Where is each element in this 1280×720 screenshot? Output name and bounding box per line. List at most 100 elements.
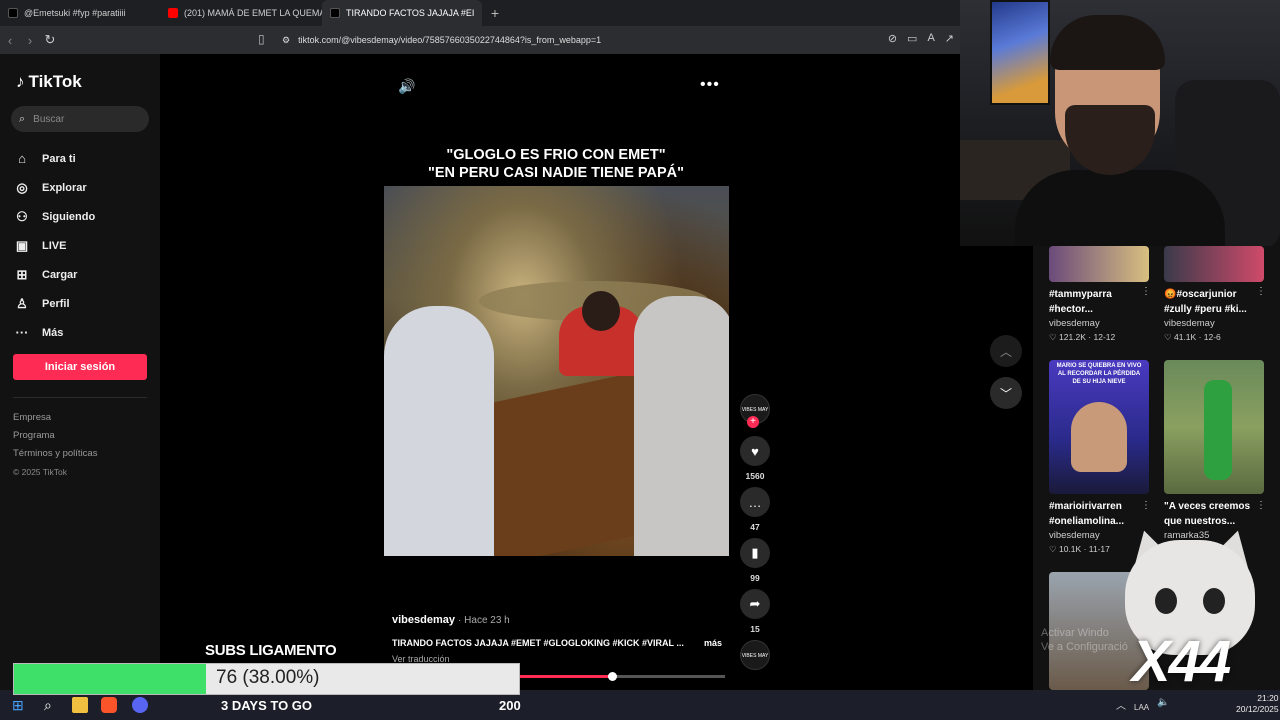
rec-likes: 10.1K	[1058, 544, 1082, 554]
rec-meta: ♡ 121.2K · 12-12	[1049, 332, 1116, 342]
rec-thumbnail[interactable]	[1164, 360, 1264, 494]
save-count: 99	[750, 573, 760, 583]
video-frame[interactable]	[384, 186, 729, 556]
video-nav: ︿ ﹀	[990, 335, 1022, 419]
chevron-down-icon[interactable]: ﹀	[990, 377, 1022, 409]
footer-link-empresa[interactable]: Empresa	[13, 409, 97, 427]
nav-item-live[interactable]: ▣ LIVE	[14, 231, 95, 260]
footer-link-terminos[interactable]: Términos y políticas	[13, 445, 97, 463]
rec-item[interactable]: ⋮ 😡#oscarjunior #zully #peru #ki... vibe…	[1164, 246, 1266, 343]
sidebar-nav: ⌂ Para ti ◎ Explorar ⚇ Siguiendo ▣ LIVE ⊞ Car…	[14, 144, 96, 347]
nav-item-perfil[interactable]: ♙ Perfil	[14, 289, 95, 318]
rec-thumbnail[interactable]: MARIO SE QUIEBRA EN VIVO AL RECORDAR LA …	[1049, 360, 1149, 494]
more-link[interactable]: más	[704, 638, 722, 648]
caption-line-1: "GLOGLO ES FRIO CON EMET"	[446, 147, 666, 163]
browser-tab-active[interactable]: TIRANDO FACTOS JAJAJA #EI ✕	[322, 0, 482, 26]
nav-item-siguiendo[interactable]: ⚇ Siguiendo	[14, 202, 95, 231]
rec-author[interactable]: vibesdemay	[1049, 318, 1151, 329]
nav-item-explorar[interactable]: ◎ Explorar	[14, 173, 95, 202]
nav-label: Perfil	[42, 297, 70, 310]
music-disc[interactable]: VIBES MAY	[740, 640, 770, 670]
file-explorer-icon[interactable]	[72, 697, 88, 713]
comment-action[interactable]: … 47	[738, 487, 772, 532]
rec-thumb-face	[1071, 402, 1127, 472]
rec-more-icon[interactable]: ⋮	[1141, 286, 1151, 297]
video-scene-person	[634, 296, 729, 556]
rec-title[interactable]: #marioirivarren #oneliamolina...	[1049, 499, 1151, 529]
music-action[interactable]: VIBES MAY	[738, 640, 772, 670]
share-action[interactable]: ➦ 15	[738, 589, 772, 634]
brave-browser-icon[interactable]	[101, 697, 117, 713]
forward-icon[interactable]: ›	[20, 33, 40, 48]
share-arrow-icon[interactable]: ➦	[740, 589, 770, 619]
rec-thumbnail[interactable]	[1164, 246, 1264, 282]
nav-item-para-ti[interactable]: ⌂ Para ti	[14, 144, 95, 173]
more-options-icon[interactable]: •••	[700, 76, 720, 94]
rec-title[interactable]: 😡#oscarjunior #zully #peru #ki...	[1164, 287, 1266, 317]
url-field[interactable]: ⚙ tiktok.com/@vibesdemay/video/758576603…	[282, 31, 601, 49]
discord-icon[interactable]	[132, 697, 148, 713]
volume-icon[interactable]: 🔊	[398, 78, 415, 95]
rec-more-icon[interactable]: ⋮	[1256, 286, 1266, 297]
share-icon[interactable]: ↗	[945, 32, 954, 45]
nav-label: Cargar	[42, 268, 78, 281]
screen-icon[interactable]: ▭	[907, 32, 917, 45]
translate-icon[interactable]: A	[927, 32, 934, 45]
video-username[interactable]: vibesdemay	[392, 614, 455, 626]
youtube-favicon-icon	[168, 8, 178, 18]
save-action[interactable]: ▮ 99	[738, 538, 772, 583]
reader-icon[interactable]: ⊘	[888, 32, 897, 45]
bookmark-icon[interactable]: ▮	[740, 538, 770, 568]
nav-item-mas[interactable]: ··· Más	[14, 318, 95, 347]
rec-more-icon[interactable]: ⋮	[1141, 500, 1151, 511]
subs-goal-target: 200	[499, 698, 521, 713]
rec-more-icon[interactable]: ⋮	[1256, 500, 1266, 511]
video-scene-person	[384, 306, 494, 556]
subs-goal-label: SUBS LIGAMENTO	[205, 642, 337, 659]
browser-tabbar: @Emetsuki #fyp #paratiiii (201) MAMÁ DE …	[0, 0, 960, 26]
rec-item[interactable]: MARIO SE QUIEBRA EN VIVO AL RECORDAR LA …	[1049, 360, 1151, 555]
rec-thumbnail[interactable]	[1049, 246, 1149, 282]
search-icon: ⌕	[19, 112, 26, 125]
comment-icon[interactable]: …	[740, 487, 770, 517]
browser-addressbar: ‹ › ↻ ▯ ⚙ tiktok.com/@vibesdemay/video/7…	[0, 26, 960, 54]
new-tab-button[interactable]: +	[482, 5, 508, 21]
login-button[interactable]: Iniciar sesión	[13, 354, 147, 380]
heart-icon[interactable]: ♥	[740, 436, 770, 466]
footer-link-programa[interactable]: Programa	[13, 427, 97, 445]
site-info-icon[interactable]: ⚙	[282, 35, 290, 46]
nav-item-cargar[interactable]: ⊞ Cargar	[14, 260, 95, 289]
rec-item[interactable]: ⋮ #tammyparra #hector... vibesdemay ♡ 12…	[1049, 246, 1151, 343]
multiplier-label: X44	[1132, 629, 1231, 694]
browser-tab[interactable]: (201) MAMÁ DE EMET LA QUEMA EN	[160, 0, 322, 26]
webcam-beard	[1065, 105, 1155, 175]
reload-icon[interactable]: ↻	[40, 32, 60, 48]
url-text: tiktok.com/@vibesdemay/video/75857660350…	[298, 35, 602, 45]
chevron-up-icon[interactable]: ︿	[990, 335, 1022, 367]
video-progress-bar[interactable]	[520, 672, 725, 681]
rec-title[interactable]: "A veces creemos que nuestros...	[1164, 499, 1266, 529]
subs-goal-fill	[14, 664, 206, 694]
rec-title[interactable]: #tammyparra #hector...	[1049, 287, 1151, 317]
video-time: · Hace 23 h	[458, 615, 510, 626]
taskbar-search-icon[interactable]: ⌕	[44, 697, 60, 713]
bookmark-icon[interactable]: ▯	[258, 32, 265, 46]
tiktok-logo[interactable]: ♪ TikTok	[16, 72, 82, 92]
windows-start-icon[interactable]: ⊞	[12, 697, 28, 713]
screen: @Emetsuki #fyp #paratiiii (201) MAMÁ DE …	[0, 0, 1280, 720]
rec-author[interactable]: vibesdemay	[1164, 318, 1266, 329]
rec-item[interactable]: ⋮ "A veces creemos que nuestros... ramar…	[1164, 360, 1266, 541]
caption-line-2: "EN PERU CASI NADIE TIENE PAPÁ"	[428, 165, 684, 181]
tiktok-favicon-icon	[330, 8, 340, 18]
video-progress-fill	[520, 675, 613, 678]
back-icon[interactable]: ‹	[0, 33, 20, 48]
users-icon: ⚇	[16, 208, 28, 224]
author-avatar-action[interactable]: VIBES MAY +	[738, 394, 772, 428]
rec-date: 12-6	[1203, 332, 1221, 342]
webcam-poster	[990, 0, 1050, 105]
search-input[interactable]: ⌕ Buscar	[11, 106, 149, 132]
follow-plus-icon[interactable]: +	[747, 416, 759, 428]
like-action[interactable]: ♥ 1560	[738, 436, 772, 481]
video-author[interactable]: vibesdemay · Hace 23 h	[392, 614, 510, 626]
browser-tab[interactable]: @Emetsuki #fyp #paratiiii	[0, 0, 160, 26]
